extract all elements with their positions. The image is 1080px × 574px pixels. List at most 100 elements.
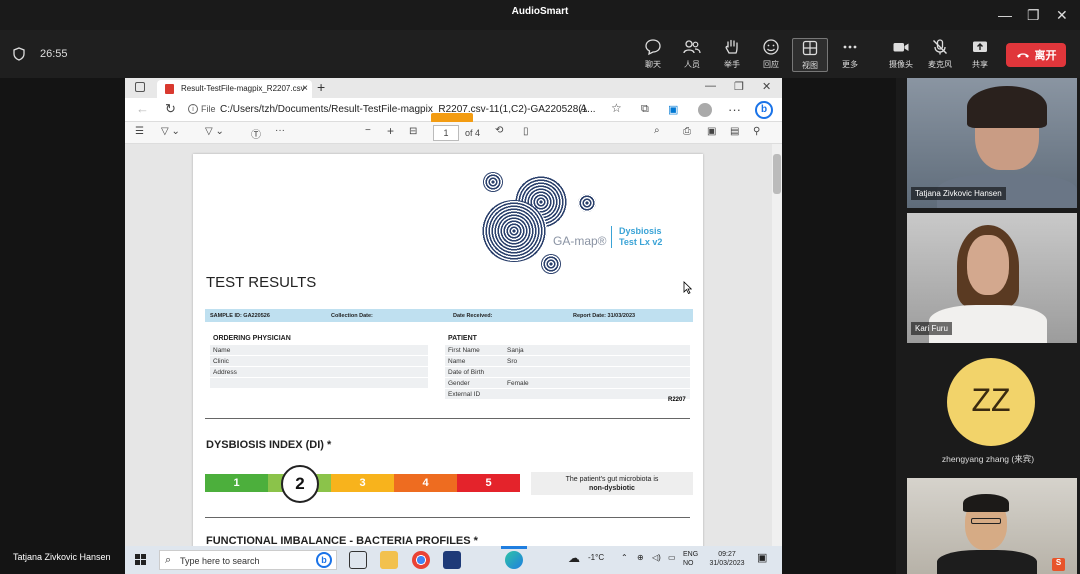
leave-button[interactable]: 离开 — [1006, 43, 1066, 67]
network-icon[interactable]: ⊕ — [637, 553, 644, 562]
more-icon — [843, 45, 857, 49]
browser-close-icon[interactable]: ✕ — [762, 80, 771, 93]
text-icon[interactable]: Ⓣ — [251, 126, 261, 141]
page-number-input[interactable]: 1 — [433, 125, 459, 141]
zoom-out-icon[interactable]: − — [365, 125, 371, 136]
save-as-icon[interactable]: ▤ — [730, 126, 739, 137]
hang-up-icon — [1016, 53, 1029, 58]
find-icon[interactable]: ⌕ — [654, 125, 660, 136]
camera-label: 摄像头 — [889, 60, 913, 69]
participant-video-tile[interactable]: Kari Furu — [907, 213, 1077, 343]
hand-icon — [725, 39, 738, 54]
pdf-viewer[interactable]: GA-map® Dysbiosis Test Lx v2 TEST RESULT… — [125, 144, 782, 546]
print-icon[interactable]: ⎙ — [683, 126, 691, 137]
physician-row: Name — [210, 345, 428, 355]
floating-app-icon[interactable]: S — [1052, 558, 1065, 571]
share-button[interactable]: 共享 — [960, 38, 1000, 72]
powershell-icon[interactable] — [443, 551, 461, 569]
info-icon[interactable]: i — [188, 104, 198, 114]
active-app-indicator — [501, 546, 527, 549]
patient-heading: PATIENT — [448, 335, 477, 342]
brand-name: GA-map® — [553, 234, 607, 248]
volume-icon[interactable]: ◁) — [652, 553, 661, 562]
refresh-icon[interactable]: ↻ — [165, 101, 176, 117]
bing-search-icon[interactable]: b — [316, 552, 332, 568]
participant-video-tile[interactable]: Tatjana Zivkovic Hansen — [907, 78, 1077, 208]
close-tab-icon[interactable]: × — [302, 83, 308, 94]
save-icon[interactable]: ▣ — [707, 126, 716, 137]
bing-icon[interactable]: b — [755, 101, 773, 119]
brand-divider — [611, 226, 612, 248]
patient-row: First Name Sanja — [445, 345, 690, 355]
pdf-scrollbar-thumb[interactable] — [773, 154, 781, 194]
browser-minimize-icon[interactable]: — — [705, 80, 716, 92]
task-view-icon[interactable] — [349, 551, 367, 569]
presenter-name: Tatjana Zivkovic Hansen — [13, 552, 111, 562]
zoom-in-icon[interactable]: + — [387, 124, 394, 138]
participant-video — [963, 494, 1009, 512]
windows-start-icon[interactable] — [135, 554, 146, 565]
pdf-toolbar: ☰ ▽ ⌄ ▽ ⌄ Ⓣ ··· − + ⊟ 1 of 4 ⟲ ▯ ⌕ ⎙ ▣ ▤… — [125, 122, 782, 144]
fit-page-icon[interactable]: ⊟ — [409, 126, 417, 137]
contents-icon[interactable]: ☰ — [135, 126, 144, 137]
rotate-icon[interactable]: ⟲ — [495, 125, 503, 136]
camera-button[interactable]: 摄像头 — [881, 38, 921, 72]
back-icon[interactable]: ← — [136, 101, 149, 116]
camera-icon — [893, 43, 909, 52]
raise-hand-button[interactable]: 举手 — [712, 38, 752, 72]
report-code: R2207 — [668, 397, 686, 403]
file-explorer-icon[interactable] — [380, 551, 398, 569]
date-received: Date Received: — [453, 313, 493, 319]
microphone-label: 麦克风 — [928, 60, 952, 69]
read-aloud-icon[interactable]: A — [580, 103, 587, 115]
keyboard-language[interactable]: ENG NO — [683, 550, 698, 568]
address-input[interactable]: C:/Users/tzh/Documents/Result-TestFile-m… — [220, 104, 596, 115]
taskbar-clock[interactable]: 09:27 31/03/2023 — [708, 550, 746, 568]
dysbiosis-index-heading: DYSBIOSIS INDEX (DI) * — [206, 439, 332, 451]
battery-icon[interactable]: ▭ — [668, 553, 676, 562]
more-button[interactable]: 更多 — [830, 38, 870, 72]
page-view-icon[interactable]: ▯ — [523, 126, 529, 137]
report-date: Report Date: 31/03/2023 — [573, 313, 636, 319]
favorites-star-icon[interactable]: ☆ — [611, 101, 622, 115]
mouse-cursor-icon — [683, 281, 692, 294]
microphone-muted-icon — [933, 39, 947, 55]
browser-menu-icon[interactable]: ··· — [728, 102, 741, 117]
view-button[interactable]: 视图 — [792, 38, 828, 72]
draw-icon[interactable]: ▽ ⌄ — [205, 126, 224, 137]
maximize-icon[interactable]: ❐ — [1027, 7, 1040, 24]
page-title: TEST RESULTS — [206, 274, 317, 291]
browser-tab[interactable]: Result-TestFile-magpix_R2207.csv × — [157, 80, 312, 98]
microphone-button[interactable]: 麦克风 — [920, 38, 960, 72]
tray-overflow-icon[interactable]: ⌃ — [621, 553, 628, 562]
extension-icon[interactable]: ▣ — [668, 103, 678, 116]
chrome-icon[interactable] — [412, 551, 430, 569]
pdf-scrollbar[interactable] — [772, 144, 782, 546]
sample-info-bar: SAMPLE ID: GA220526 Collection Date: Dat… — [205, 309, 693, 322]
minimize-icon[interactable]: — — [998, 7, 1012, 23]
edge-icon[interactable] — [505, 551, 523, 569]
new-tab-icon[interactable]: + — [317, 79, 325, 95]
sample-id: SAMPLE ID: GA220526 — [210, 313, 270, 319]
profile-avatar[interactable] — [698, 103, 712, 117]
notification-icon[interactable]: ▣ — [757, 551, 767, 564]
tab-actions-icon[interactable] — [135, 82, 145, 92]
weather-icon[interactable]: ☁ — [568, 551, 580, 565]
meeting-timer: 26:55 — [40, 48, 68, 60]
pdf-page: GA-map® Dysbiosis Test Lx v2 TEST RESULT… — [193, 154, 703, 546]
patient-row: Date of Birth — [445, 367, 690, 377]
collections-icon[interactable]: ⧉ — [641, 103, 649, 116]
physician-row: Address — [210, 367, 428, 377]
chat-button[interactable]: 聊天 — [633, 38, 673, 72]
participant-avatar[interactable]: ZZ — [947, 358, 1035, 446]
pdf-more-icon[interactable]: ··· — [275, 125, 285, 136]
pin-icon[interactable]: ⚲ — [753, 126, 760, 137]
close-icon[interactable]: ✕ — [1056, 7, 1068, 24]
react-button[interactable]: 回应 — [751, 38, 791, 72]
taskbar-search-input[interactable]: ⌕ Type here to search b — [159, 550, 337, 570]
browser-maximize-icon[interactable]: ❐ — [734, 80, 744, 93]
highlight-icon[interactable]: ▽ ⌄ — [161, 126, 180, 137]
address-bar: ← ↻ i File C:/Users/tzh/Documents/Result… — [125, 98, 782, 123]
share-icon — [973, 41, 987, 52]
people-button[interactable]: 人员 — [672, 38, 712, 72]
